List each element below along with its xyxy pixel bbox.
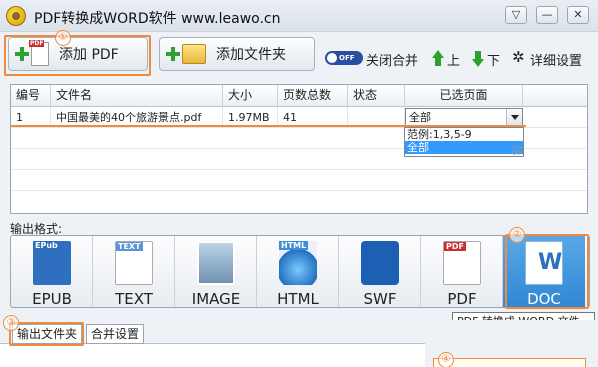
- select-dropdown-button[interactable]: [506, 109, 522, 126]
- gear-icon[interactable]: ✲: [512, 49, 525, 65]
- format-label-text: TEXT: [115, 290, 153, 308]
- format-button-text[interactable]: TEXT TEXT: [93, 236, 175, 308]
- chevron-down-icon: [511, 115, 519, 120]
- pages-dropdown-list[interactable]: 范例:1,3,5-9 全部: [404, 127, 524, 157]
- arrow-down-icon[interactable]: [472, 51, 484, 67]
- callout-number-4: ④: [438, 352, 454, 367]
- resize-grip-icon[interactable]: [512, 145, 522, 155]
- move-up-button[interactable]: 上: [447, 50, 460, 69]
- text-icon: TEXT: [115, 241, 153, 285]
- pdf-icon: PDF: [443, 241, 481, 285]
- callout-box-3: [9, 322, 84, 346]
- settings-panel-4: [433, 358, 586, 367]
- text-badge: TEXT: [116, 242, 143, 251]
- epub-badge: EPub: [33, 241, 60, 250]
- close-button[interactable]: ✕: [567, 6, 589, 24]
- format-label-swf: SWF: [363, 290, 397, 308]
- format-button-pdf[interactable]: PDF PDF: [421, 236, 503, 308]
- callout-number-3: ③: [3, 315, 19, 331]
- merge-toggle[interactable]: OFF: [325, 51, 363, 65]
- column-header-size[interactable]: 大小: [223, 85, 278, 107]
- column-header-selected-pages[interactable]: 已选页面: [405, 85, 523, 107]
- html-icon: HTML: [279, 241, 317, 285]
- format-button-epub[interactable]: EPub EPUB: [11, 236, 93, 308]
- folder-icon: [182, 44, 206, 64]
- format-label-image: IMAGE: [191, 290, 241, 308]
- html-badge: HTML: [279, 241, 309, 250]
- format-button-image[interactable]: IMAGE: [175, 236, 257, 308]
- tab-merge-settings[interactable]: 合并设置: [86, 324, 145, 344]
- swf-icon: [361, 241, 399, 285]
- format-selector: EPub EPUB TEXT TEXT IMAGE HTML HTML SWF PDF PDF W D…: [10, 235, 590, 308]
- column-header-status[interactable]: 状态: [348, 85, 405, 107]
- column-header-pages[interactable]: 页数总数: [278, 85, 348, 107]
- app-logo-icon: [6, 6, 26, 26]
- format-button-html[interactable]: HTML HTML: [257, 236, 339, 308]
- format-label-pdf: PDF: [447, 290, 477, 308]
- format-label-epub: EPUB: [32, 290, 72, 308]
- add-folder-label: 添加文件夹: [216, 47, 286, 63]
- table-row-empty: [11, 170, 587, 191]
- window-title: PDF转换成WORD软件 www.leawo.cn: [34, 11, 281, 27]
- dropdown-option-all[interactable]: 全部: [405, 141, 523, 154]
- plus-icon: [166, 47, 180, 61]
- selected-pages-value: 全部: [409, 111, 431, 124]
- column-header-number[interactable]: 编号: [11, 85, 51, 107]
- minimize-button[interactable]: ▽: [505, 6, 527, 24]
- callout-number-1: ①: [55, 30, 71, 46]
- detail-settings-button[interactable]: 详细设置: [530, 50, 582, 69]
- dropdown-option-example[interactable]: 范例:1,3,5-9: [405, 128, 523, 141]
- format-label-html: HTML: [277, 290, 319, 308]
- callout-box-1: [4, 35, 151, 76]
- epub-icon: EPub: [33, 241, 71, 285]
- move-down-button[interactable]: 下: [487, 50, 500, 69]
- format-button-swf[interactable]: SWF: [339, 236, 421, 308]
- title-bar: PDF转换成WORD软件 www.leawo.cn ▽ — ✕: [0, 0, 598, 32]
- callout-box-2: [505, 234, 589, 309]
- arrow-up-icon[interactable]: [432, 50, 444, 66]
- merge-label[interactable]: 关闭合并: [366, 50, 418, 69]
- add-folder-button[interactable]: 添加文件夹: [159, 37, 315, 71]
- output-folder-panel: [0, 343, 425, 367]
- image-icon: [197, 241, 235, 285]
- callout-number-2: ②: [509, 227, 525, 243]
- restore-button[interactable]: —: [536, 6, 558, 24]
- column-header-filename[interactable]: 文件名: [51, 85, 223, 107]
- table-header: 编号 文件名 大小 页数总数 状态 已选页面: [11, 85, 587, 107]
- pdf-badge: PDF: [444, 242, 466, 251]
